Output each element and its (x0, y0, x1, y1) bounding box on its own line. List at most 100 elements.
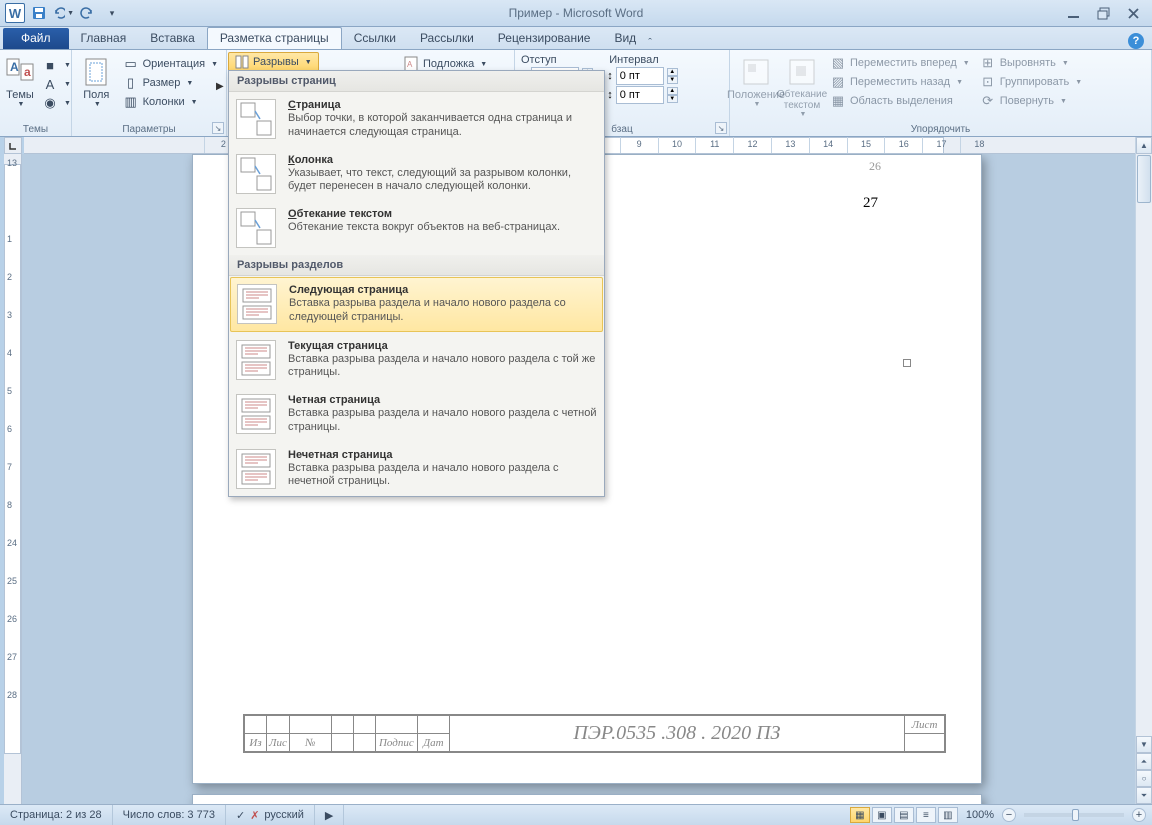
size-icon: ▯ (123, 75, 139, 91)
group-button[interactable]: ⊡Группировать▼ (976, 73, 1086, 91)
section-thumb-icon (236, 449, 276, 489)
zoom-in-button[interactable]: + (1132, 808, 1146, 822)
dropdown-section-sections: Разрывы разделов (229, 255, 604, 276)
break-section-item-0[interactable]: Следующая страницаВставка разрыва раздел… (230, 277, 603, 332)
title-block: ПЭР.0535 .308 . 2020 ПЗ Лист ИзЛис№ Подп… (243, 714, 946, 753)
save-button[interactable] (28, 2, 50, 24)
scroll-up-button[interactable]: ▲ (1136, 137, 1152, 154)
group-arrange: Положение▼ Обтекание текстом▼ ▧Перемести… (730, 50, 1152, 136)
size-button[interactable]: ▯Размер▼ (119, 74, 222, 92)
paragraph-mark (903, 359, 911, 367)
status-proofing[interactable]: ✓✗русский (226, 805, 315, 825)
tab-home[interactable]: Главная (69, 28, 139, 49)
spacing-before[interactable]: ↕▲▼ (607, 67, 678, 85)
minimize-button[interactable] (1064, 6, 1082, 20)
themes-button[interactable]: Aa Темы ▼ (4, 54, 36, 122)
theme-colors-button[interactable]: ■▼ (38, 56, 75, 74)
themes-icon: Aa (4, 56, 36, 88)
undo-button[interactable]: ▼ (52, 2, 74, 24)
align-button[interactable]: ⊞Выровнять▼ (976, 54, 1086, 72)
forward-icon: ▧ (830, 55, 846, 71)
colors-icon: ■ (42, 57, 58, 73)
status-bar: Страница: 2 из 28 Число слов: 3 773 ✓✗ру… (0, 804, 1152, 825)
status-words[interactable]: Число слов: 3 773 (113, 805, 226, 825)
page-setup-launcher[interactable]: ↘ (212, 122, 224, 134)
browse-object-button[interactable]: ○ (1136, 770, 1152, 787)
columns-button[interactable]: ▥Колонки▼ (119, 93, 222, 111)
rotate-button[interactable]: ⟳Повернуть▼ (976, 92, 1086, 110)
effects-icon: ◉ (42, 95, 58, 111)
dropdown-section-pages: Разрывы страниц (229, 71, 604, 92)
window-title: Пример - Microsoft Word (0, 6, 1152, 20)
break-thumb-icon (236, 208, 276, 248)
margins-button[interactable]: Поля ▼ (76, 54, 117, 122)
selection-pane-button[interactable]: ▦Область выделения (826, 92, 974, 110)
view-full-reading[interactable]: ▣ (872, 807, 892, 823)
title-bar: W ▼ ▾ Пример - Microsoft Word (0, 0, 1152, 27)
group-page-setup: Поля ▼ ▭Ориентация▼ ▯Размер▼ ▥Колонки▼ П… (72, 50, 227, 136)
break-page-item-1[interactable]: КолонкаУказывает, что текст, следующий з… (229, 147, 604, 202)
break-section-item-1[interactable]: Текущая страницаВставка разрыва раздела … (229, 333, 604, 388)
position-button[interactable]: Положение▼ (734, 54, 778, 122)
view-draft[interactable]: ▥ (938, 807, 958, 823)
next-page[interactable] (192, 794, 982, 804)
zoom-level[interactable]: 100% (966, 809, 994, 821)
section-thumb-icon (236, 394, 276, 434)
theme-fonts-button[interactable]: A▼ (38, 75, 75, 93)
break-page-item-0[interactable]: ▶СтраницаВыбор точки, в которой заканчив… (229, 92, 604, 147)
zoom-slider[interactable] (1024, 813, 1124, 817)
restore-button[interactable] (1094, 6, 1112, 20)
scroll-down-button[interactable]: ▼ (1136, 736, 1152, 753)
spacing-after[interactable]: ↕▲▼ (607, 86, 678, 104)
vertical-ruler[interactable]: 13123456782425262728 (4, 154, 22, 804)
ribbon-minimize-icon[interactable]: ˆ (648, 37, 652, 49)
break-section-item-3[interactable]: Нечетная страницаВставка разрыва раздела… (229, 442, 604, 497)
svg-text:a: a (24, 65, 31, 79)
tab-review[interactable]: Рецензирование (486, 28, 603, 49)
redo-button[interactable] (76, 2, 98, 24)
status-macro[interactable]: ▶ (315, 805, 344, 825)
align-icon: ⊞ (980, 55, 996, 71)
rotate-icon: ⟳ (980, 93, 996, 109)
paragraph-launcher[interactable]: ↘ (715, 122, 727, 134)
position-icon (740, 56, 772, 88)
tab-file[interactable]: Файл (3, 28, 69, 49)
break-section-item-2[interactable]: Четная страницаВставка разрыва раздела и… (229, 387, 604, 442)
scroll-thumb[interactable] (1137, 155, 1151, 203)
spacing-before-icon: ↕ (607, 70, 613, 82)
group-themes: Aa Темы ▼ ■▼ A▼ ◉▼ Темы (0, 50, 72, 136)
qat-customize[interactable]: ▾ (100, 2, 122, 24)
quick-access-toolbar: W ▼ ▾ (0, 2, 122, 24)
view-outline[interactable]: ≡ (916, 807, 936, 823)
break-page-item-2[interactable]: Обтекание текстомОбтекание текста вокруг… (229, 201, 604, 255)
orientation-button[interactable]: ▭Ориентация▼ (119, 55, 222, 73)
section-thumb-icon (236, 340, 276, 380)
tab-mailings[interactable]: Рассылки (408, 28, 486, 49)
view-print-layout[interactable]: ▦ (850, 807, 870, 823)
orientation-icon: ▭ (123, 56, 139, 72)
tab-view[interactable]: Вид (602, 28, 648, 49)
break-thumb-icon (236, 154, 276, 194)
break-thumb-icon (236, 99, 276, 139)
breaks-button[interactable]: Разрывы▼ (228, 52, 319, 72)
prev-page-button[interactable]: ⏶ (1136, 753, 1152, 770)
tab-insert[interactable]: Вставка (138, 28, 207, 49)
tab-selector[interactable] (4, 137, 22, 154)
margins-icon (80, 56, 112, 88)
next-page-button[interactable]: ⏷ (1136, 787, 1152, 804)
wrap-text-button[interactable]: Обтекание текстом▼ (780, 54, 824, 122)
send-backward-button[interactable]: ▨Переместить назад▼ (826, 73, 974, 91)
zoom-out-button[interactable]: − (1002, 808, 1016, 822)
spacing-after-icon: ↕ (607, 89, 613, 101)
close-button[interactable] (1124, 6, 1142, 20)
view-web[interactable]: ▤ (894, 807, 914, 823)
bring-forward-button[interactable]: ▧Переместить вперед▼ (826, 54, 974, 72)
vertical-scrollbar[interactable]: ▲ ▼ ⏶ ○ ⏷ (1135, 137, 1152, 804)
help-button[interactable]: ? (1128, 33, 1144, 49)
tab-references[interactable]: Ссылки (342, 28, 408, 49)
tab-page-layout[interactable]: Разметка страницы (207, 27, 342, 49)
page-text: 27 (863, 195, 878, 212)
page-number-header: 26 (869, 159, 881, 174)
theme-effects-button[interactable]: ◉▼ (38, 94, 75, 112)
status-page[interactable]: Страница: 2 из 28 (0, 805, 113, 825)
